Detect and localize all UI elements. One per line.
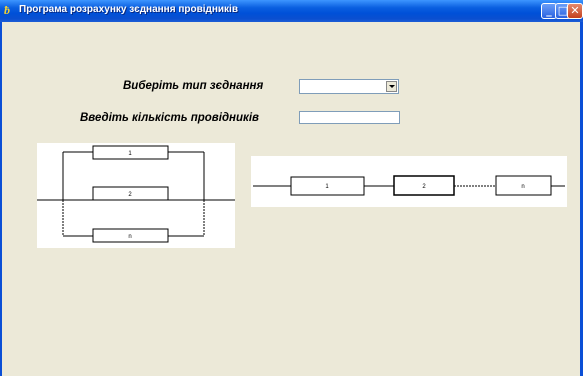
conductor-count-input[interactable] bbox=[299, 111, 400, 124]
connection-type-label: Виберіть тип зєднання bbox=[123, 80, 264, 92]
title-bar[interactable]: ƀ Програма розрахунку зєднання провідник… bbox=[0, 0, 583, 22]
resistor-label: n bbox=[128, 234, 131, 240]
connection-type-select[interactable] bbox=[299, 79, 399, 94]
close-icon: ✕ bbox=[570, 4, 580, 17]
parallel-diagram-svg: 1 2 n bbox=[37, 145, 235, 243]
series-connection-diagram: 1 2 n bbox=[251, 156, 567, 207]
app-icon: ƀ bbox=[4, 3, 10, 17]
parallel-connection-diagram: 1 2 n bbox=[37, 143, 235, 248]
window-title: Програма розрахунку зєднання провідників bbox=[19, 4, 238, 15]
minimize-icon: _ bbox=[546, 4, 552, 17]
dropdown-button[interactable] bbox=[386, 81, 397, 92]
chevron-down-icon bbox=[389, 85, 395, 88]
conductor-count-label: Введіть кількість провідників bbox=[80, 112, 259, 124]
resistor-label: n bbox=[521, 184, 524, 190]
series-diagram-svg: 1 2 n bbox=[253, 175, 565, 196]
window-frame-left bbox=[0, 22, 2, 376]
close-button[interactable]: ✕ bbox=[567, 3, 583, 19]
